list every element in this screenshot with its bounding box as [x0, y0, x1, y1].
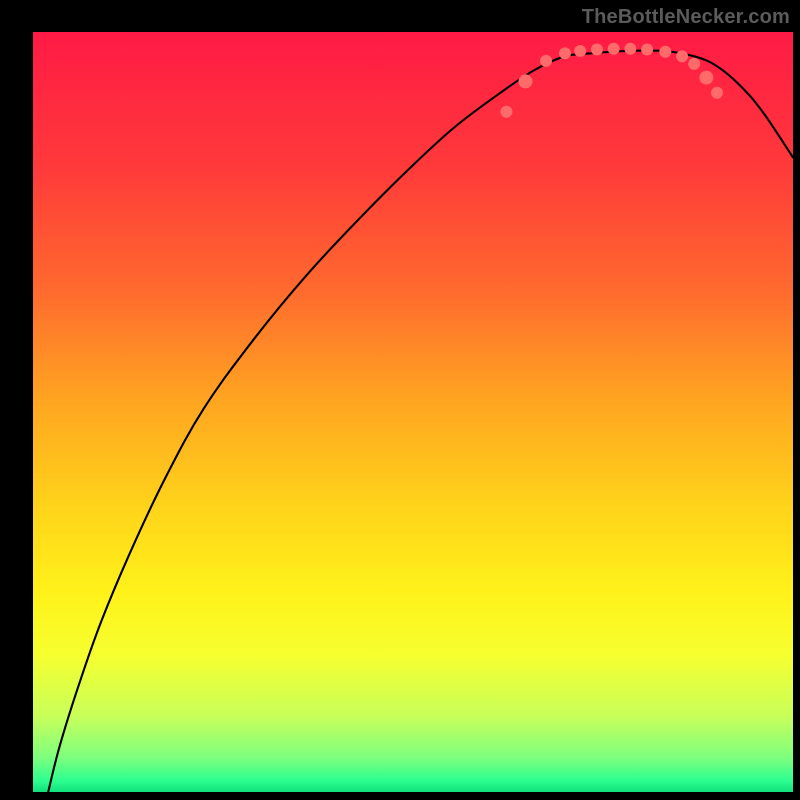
curve-marker — [574, 45, 586, 57]
chart-stage: TheBottleNecker.com — [0, 0, 800, 800]
curve-marker — [699, 71, 713, 85]
chart-plot — [33, 32, 793, 792]
curve-marker — [518, 74, 532, 88]
attribution-text: TheBottleNecker.com — [582, 6, 790, 29]
curve-marker — [559, 47, 571, 59]
curve-marker — [641, 43, 653, 55]
curve-marker — [659, 46, 671, 58]
curve-marker — [676, 50, 688, 62]
curve-marker — [591, 43, 603, 55]
curve-marker — [608, 43, 620, 55]
curve-marker — [688, 58, 700, 70]
curve-marker — [711, 87, 723, 99]
gradient-bg — [33, 32, 793, 792]
curve-marker — [624, 43, 636, 55]
curve-marker — [540, 55, 552, 67]
curve-marker — [500, 106, 512, 118]
